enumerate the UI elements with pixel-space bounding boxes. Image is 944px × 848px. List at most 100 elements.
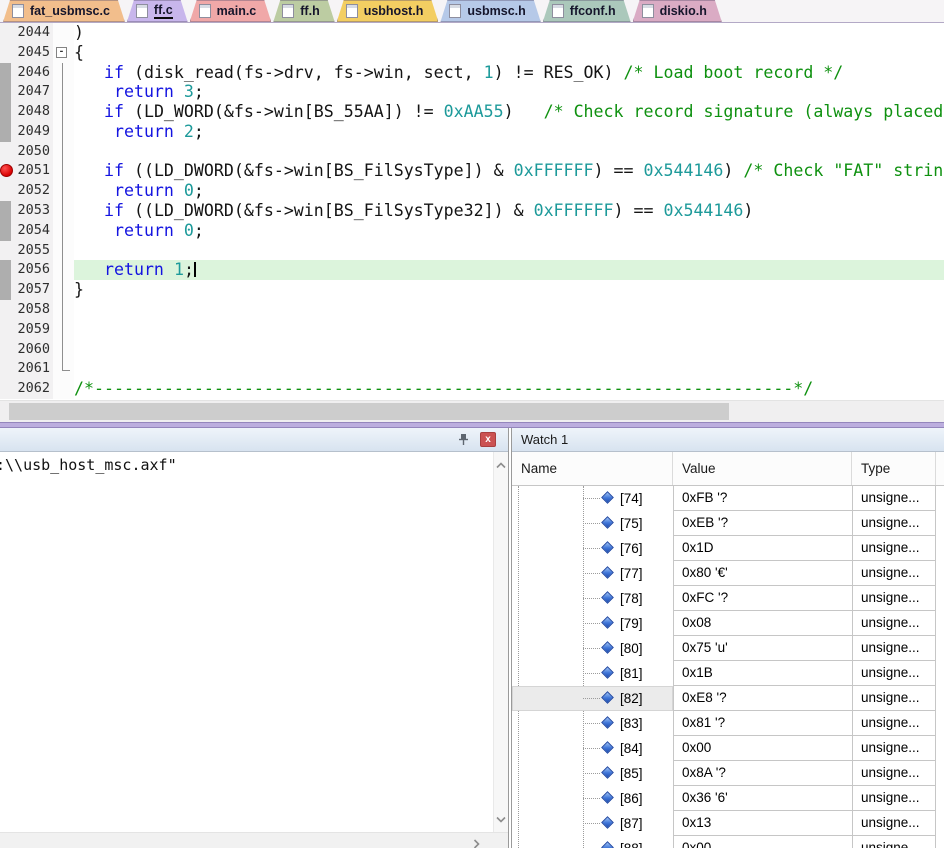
watch-item-value[interactable]: 0x8A '? [673, 761, 852, 786]
code-text[interactable]: if (disk_read(fs->drv, fs->win, sect, 1)… [74, 63, 944, 83]
tab-diskio.h[interactable]: diskio.h [633, 0, 722, 22]
breakpoint-margin[interactable] [0, 201, 14, 221]
tab-ffconf.h[interactable]: ffconf.h [543, 0, 631, 22]
scroll-right-icon[interactable] [473, 836, 480, 848]
scroll-down-icon[interactable] [496, 810, 506, 828]
code-line-2059[interactable]: 2059 [0, 319, 944, 340]
code-editor[interactable]: 2044) 2045-{2046 if (disk_read(fs->drv, f… [0, 23, 944, 400]
code-text[interactable] [74, 340, 944, 360]
scroll-up-icon[interactable] [496, 456, 506, 474]
watch-item-value[interactable]: 0x00 [673, 836, 852, 848]
code-text[interactable] [74, 241, 944, 261]
editor-hscrollbar-thumb[interactable] [9, 403, 729, 420]
code-line-2047[interactable]: 2047 return 3; [0, 82, 944, 103]
code-text[interactable]: if (LD_WORD(&fs->win[BS_55AA]) != 0xAA55… [74, 102, 944, 122]
breakpoint-margin[interactable] [0, 181, 14, 202]
watch-name-cell[interactable]: [80] [512, 636, 673, 661]
watch-row-[87][interactable]: [87] 0x13 unsigne... [512, 811, 944, 836]
breakpoint-margin[interactable] [0, 82, 14, 103]
watch-item-value[interactable]: 0x00 [673, 736, 852, 761]
code-text[interactable]: } [74, 280, 944, 300]
breakpoint-margin[interactable] [0, 161, 14, 182]
watch-name-cell[interactable]: [82] [512, 686, 673, 711]
watch-row-[85][interactable]: [85] 0x8A '? unsigne... [512, 761, 944, 786]
watch-row-[83][interactable]: [83] 0x81 '? unsigne... [512, 711, 944, 736]
code-line-2060[interactable]: 2060 [0, 339, 944, 360]
code-text[interactable]: { [74, 43, 944, 63]
code-line-2055[interactable]: 2055 [0, 240, 944, 261]
tab-usbmsc.h[interactable]: usbmsc.h [440, 0, 540, 22]
code-text[interactable]: return 3; [74, 82, 944, 102]
watch-row-[79][interactable]: [79] 0x08 unsigne... [512, 611, 944, 636]
watch-row-[74][interactable]: [74] 0xFB '? unsigne... [512, 486, 944, 511]
watch-row-[75][interactable]: [75] 0xEB '? unsigne... [512, 511, 944, 536]
watch-name-cell[interactable]: [83] [512, 711, 673, 736]
code-text[interactable]: return 0; [74, 181, 944, 201]
watch-name-cell[interactable]: [87] [512, 811, 673, 836]
breakpoint-margin[interactable] [0, 141, 14, 162]
breakpoint-margin[interactable] [0, 260, 14, 281]
watch-item-value[interactable]: 0x13 [673, 811, 852, 836]
watch-item-value[interactable]: 0xFC '? [673, 586, 852, 611]
breakpoint-margin[interactable] [0, 280, 14, 300]
output-horizontal-scrollbar[interactable] [0, 832, 508, 848]
watch-item-value[interactable]: 0x36 '6' [673, 786, 852, 811]
code-text[interactable] [74, 320, 944, 340]
watch-name-cell[interactable]: [86] [512, 786, 673, 811]
watch-item-value[interactable]: 0x80 '€' [673, 561, 852, 586]
code-line-2057[interactable]: 2057} [0, 280, 944, 300]
code-text[interactable]: if ((LD_DWORD(&fs->win[BS_FilSysType32])… [74, 201, 944, 221]
watch-item-value[interactable]: 0xFB '? [673, 486, 852, 511]
code-text[interactable]: /*--------------------------------------… [74, 379, 944, 399]
editor-horizontal-scrollbar[interactable] [0, 400, 944, 422]
code-line-2050[interactable]: 2050 [0, 141, 944, 162]
code-line-2049[interactable]: 2049 return 2; [0, 121, 944, 142]
watch-name-cell[interactable]: [78] [512, 586, 673, 611]
code-text[interactable]: return 0; [74, 221, 944, 241]
code-line-2046[interactable]: 2046 if (disk_read(fs->drv, fs->win, sec… [0, 62, 944, 83]
code-text[interactable]: ) [74, 23, 944, 43]
breakpoint-margin[interactable] [0, 220, 14, 241]
code-line-2061[interactable]: 2061 [0, 359, 944, 380]
watch-row-[86][interactable]: [86] 0x36 '6' unsigne... [512, 786, 944, 811]
watch-row-[77][interactable]: [77] 0x80 '€' unsigne... [512, 561, 944, 586]
watch-name-cell[interactable]: [74] [512, 486, 673, 511]
pin-icon[interactable] [457, 433, 470, 446]
breakpoint-margin[interactable] [0, 359, 14, 380]
tab-ff.h[interactable]: ff.h [273, 0, 334, 22]
breakpoint-icon[interactable] [0, 163, 13, 177]
output-panel-content[interactable]: :\\usb_host_msc.axf" [0, 452, 493, 832]
column-header-name[interactable]: Name [512, 452, 673, 485]
breakpoint-margin[interactable] [0, 121, 14, 142]
watch-item-value[interactable]: 0x1B [673, 661, 852, 686]
code-text[interactable] [74, 359, 944, 379]
breakpoint-margin[interactable] [0, 339, 14, 360]
watch-name-cell[interactable]: [84] [512, 736, 673, 761]
breakpoint-margin[interactable] [0, 62, 14, 83]
breakpoint-margin[interactable] [0, 102, 14, 122]
watch-item-value[interactable]: 0x75 'u' [673, 636, 852, 661]
tab-ff.c[interactable]: ff.c [127, 0, 188, 22]
code-line-2051[interactable]: 2051 if ((LD_DWORD(&fs->win[BS_FilSysTyp… [0, 161, 944, 182]
code-text[interactable]: return 1; [74, 260, 944, 281]
tab-fat_usbmsc.c[interactable]: fat_usbmsc.c [3, 0, 125, 22]
breakpoint-margin[interactable] [0, 319, 14, 340]
code-text[interactable] [74, 300, 944, 320]
breakpoint-margin[interactable] [0, 42, 14, 63]
watch-name-cell[interactable]: [85] [512, 761, 673, 786]
watch-row-[82][interactable]: [82] 0xE8 '? unsigne... [512, 686, 944, 711]
breakpoint-margin[interactable] [0, 379, 14, 399]
code-text[interactable] [74, 142, 944, 162]
watch-name-cell[interactable]: [79] [512, 611, 673, 636]
code-text[interactable]: return 2; [74, 122, 944, 142]
code-line-2058[interactable]: 2058 [0, 299, 944, 320]
code-text[interactable]: if ((LD_DWORD(&fs->win[BS_FilSysType]) &… [74, 161, 944, 181]
watch-row-[76][interactable]: [76] 0x1D unsigne... [512, 536, 944, 561]
watch-name-cell[interactable]: [77] [512, 561, 673, 586]
breakpoint-margin[interactable] [0, 240, 14, 261]
watch-item-value[interactable]: 0xEB '? [673, 511, 852, 536]
code-line-2053[interactable]: 2053 if ((LD_DWORD(&fs->win[BS_FilSysTyp… [0, 201, 944, 221]
tab-main.c[interactable]: main.c [190, 0, 272, 22]
watch-item-value[interactable]: 0x08 [673, 611, 852, 636]
code-line-2048[interactable]: 2048 if (LD_WORD(&fs->win[BS_55AA]) != 0… [0, 102, 944, 122]
